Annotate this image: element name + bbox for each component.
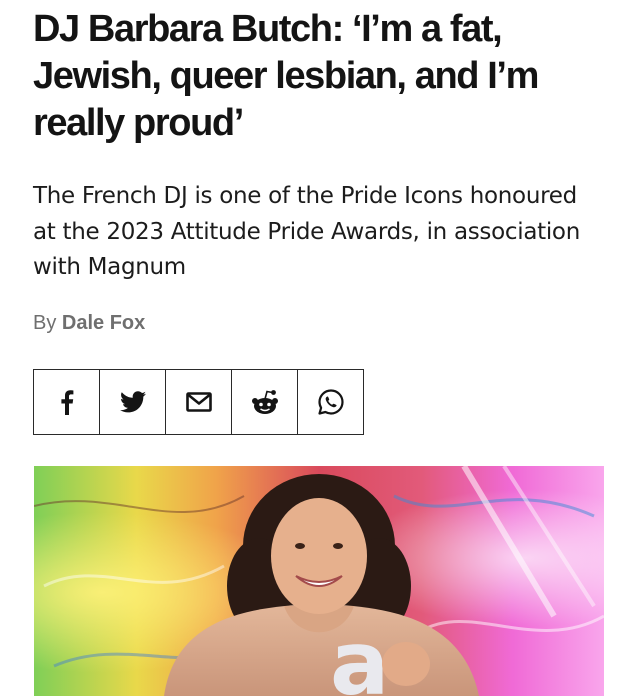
byline-prefix: By (33, 312, 57, 334)
email-icon (185, 392, 212, 412)
byline-author[interactable]: Dale Fox (62, 312, 145, 334)
facebook-icon (60, 389, 74, 415)
article-byline: By Dale Fox (33, 310, 145, 336)
reddit-icon (250, 389, 280, 415)
share-email-button[interactable] (166, 370, 232, 434)
twitter-icon (119, 391, 146, 413)
portrait-photo: a (34, 466, 604, 696)
article-headline: DJ Barbara Butch: ‘I’m a fat, Jewish, qu… (33, 8, 539, 144)
article-standfirst: The French DJ is one of the Pride Icons … (33, 183, 580, 280)
share-bar (33, 369, 364, 435)
whatsapp-icon (317, 388, 345, 416)
hero-image: a (34, 466, 604, 696)
article-page: DJ Barbara Butch: ‘I’m a fat, Jewish, qu… (0, 0, 636, 696)
share-twitter-button[interactable] (100, 370, 166, 434)
share-whatsapp-button[interactable] (298, 370, 364, 434)
trophy-letter: a (330, 612, 389, 696)
share-facebook-button[interactable] (34, 370, 100, 434)
share-reddit-button[interactable] (232, 370, 298, 434)
